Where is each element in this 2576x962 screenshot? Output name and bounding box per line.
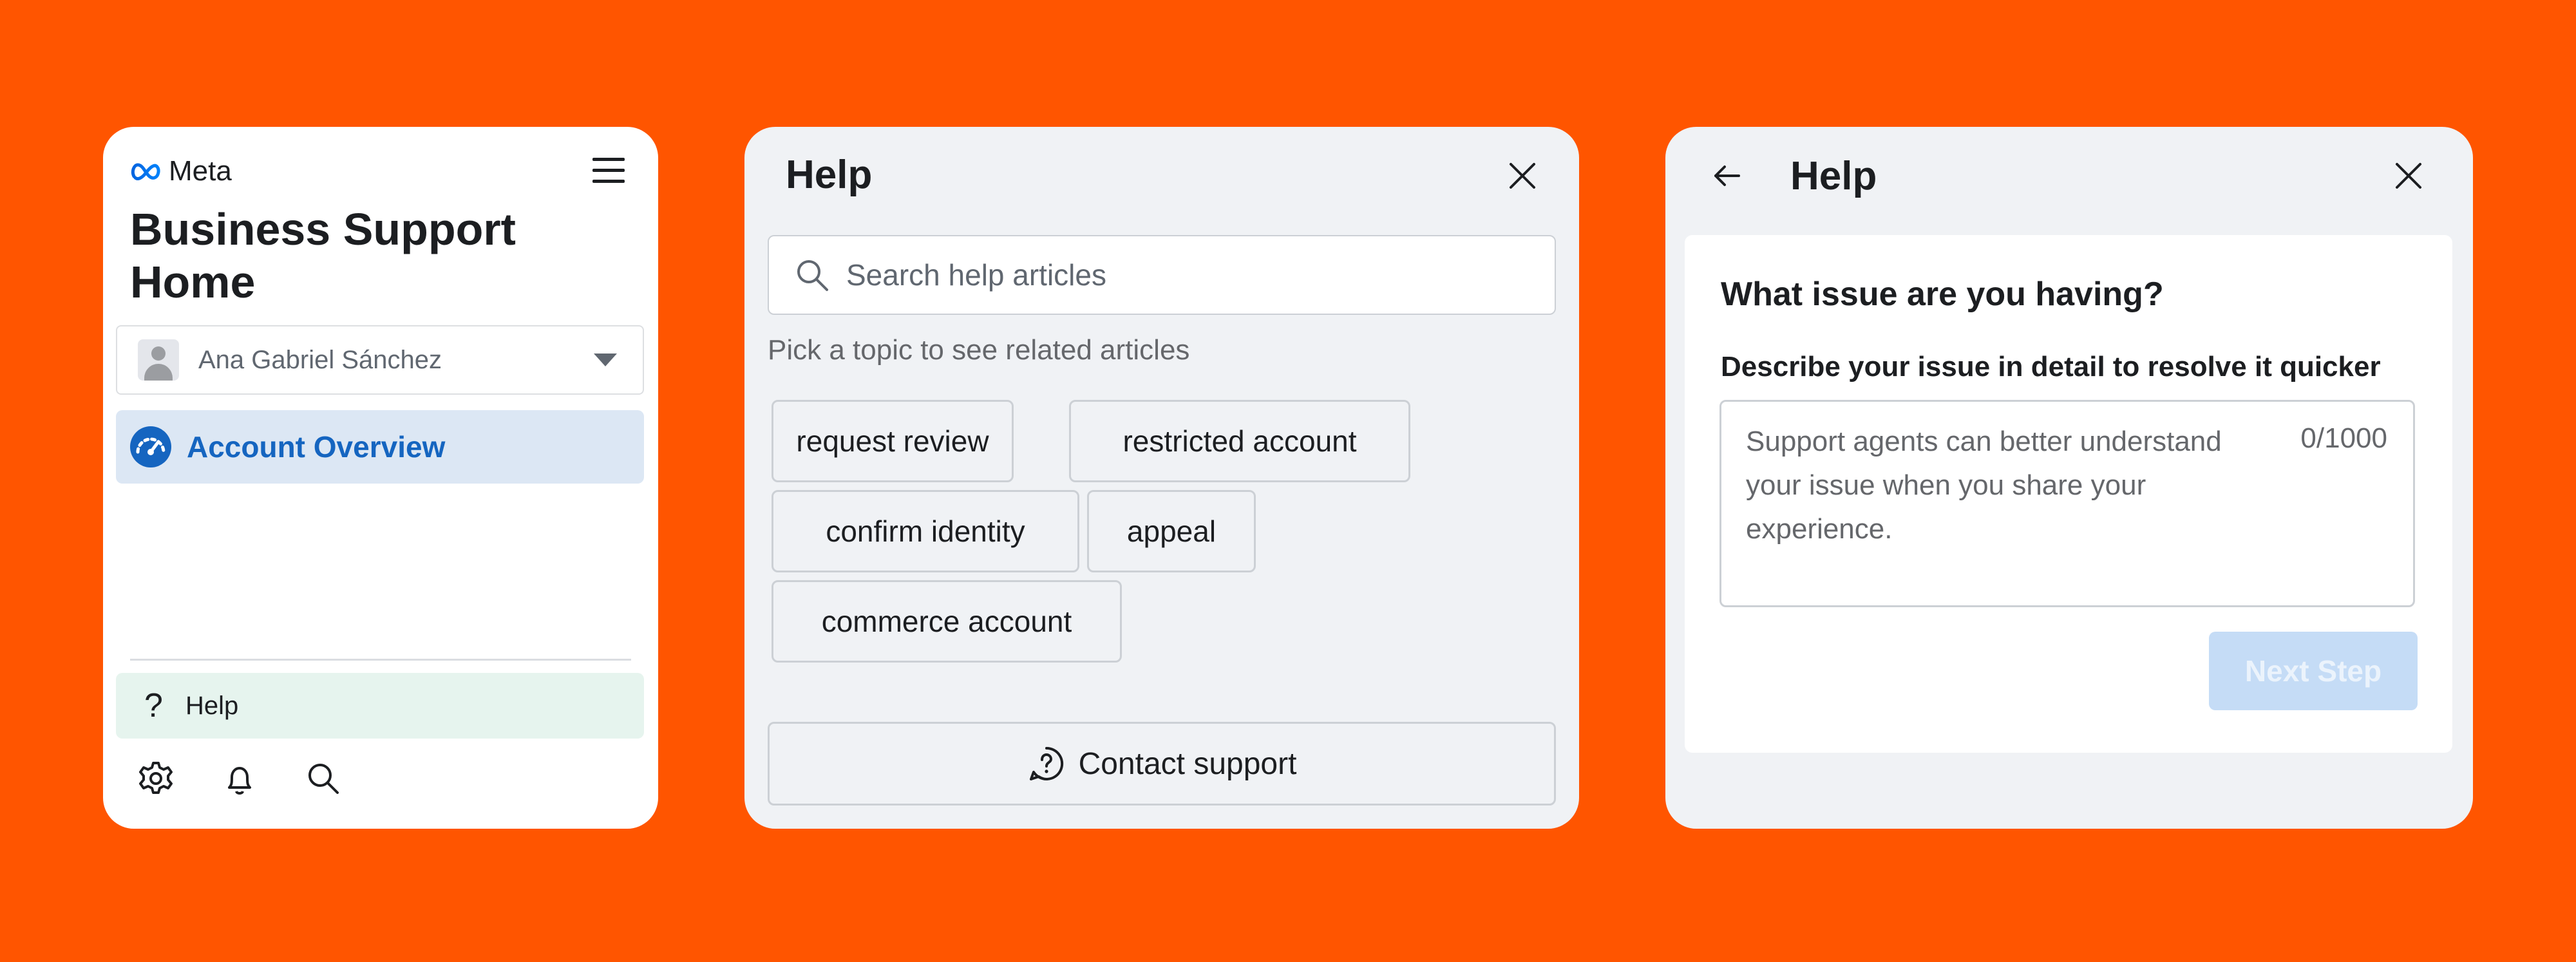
notifications-button[interactable] — [220, 759, 259, 798]
issue-form-panel: Help What issue are you having? Describe… — [1665, 127, 2473, 829]
sidebar-item-account-overview[interactable]: Account Overview — [116, 410, 644, 484]
issue-description-input[interactable] — [1746, 420, 2261, 587]
sidebar-item-help[interactable]: ? Help — [116, 673, 644, 739]
meta-infinity-icon — [131, 163, 160, 180]
settings-button[interactable] — [137, 759, 175, 798]
search-button[interactable] — [304, 759, 343, 798]
topic-chip-confirm-identity[interactable]: confirm identity — [772, 490, 1079, 572]
search-input[interactable] — [845, 257, 1524, 293]
topic-chip-appeal[interactable]: appeal — [1087, 490, 1256, 572]
issue-heading: What issue are you having? — [1721, 276, 2164, 313]
arrow-left-icon — [1714, 165, 1740, 186]
contact-support-label: Contact support — [1078, 746, 1297, 781]
issue-card: What issue are you having? Describe your… — [1685, 235, 2452, 753]
divider — [130, 659, 631, 661]
topic-chip-restricted-account[interactable]: restricted account — [1069, 400, 1410, 482]
help-panel-title: Help — [1790, 154, 1877, 198]
next-step-button[interactable]: Next Step — [2209, 632, 2418, 710]
search-icon — [308, 764, 339, 794]
close-button[interactable] — [2389, 156, 2428, 195]
sidebar-item-label: Help — [185, 691, 239, 720]
issue-field-label: Describe your issue in detail to resolve… — [1721, 351, 2381, 382]
page-title: Business Support Home — [130, 204, 516, 307]
topic-chip-request-review[interactable]: request review — [772, 400, 1014, 482]
hamburger-menu-button[interactable] — [591, 155, 626, 186]
help-panel-title: Help — [786, 153, 873, 197]
contact-support-button[interactable]: Contact support — [768, 722, 1556, 806]
issue-description-field[interactable]: 0/1000 — [1719, 400, 2415, 607]
avatar — [138, 339, 179, 381]
help-circle-icon — [1029, 746, 1063, 780]
search-icon — [797, 260, 828, 291]
topic-hint: Pick a topic to see related articles — [768, 334, 1190, 366]
search-box[interactable] — [768, 235, 1556, 315]
business-support-nav-panel: Meta Business Support Home Ana Gabriel S… — [103, 127, 658, 829]
sidebar-item-label: Account Overview — [187, 430, 446, 464]
meta-logo[interactable]: Meta — [130, 155, 232, 187]
hamburger-icon — [592, 158, 625, 183]
close-button[interactable] — [1503, 156, 1542, 195]
help-topics-panel: Help Pick a topic to see related article… — [744, 127, 1579, 829]
character-counter: 0/1000 — [2300, 422, 2387, 454]
close-icon — [1510, 163, 1535, 189]
account-name: Ana Gabriel Sánchez — [198, 345, 442, 374]
meta-logo-text: Meta — [169, 155, 232, 187]
back-button[interactable] — [1708, 156, 1747, 195]
gauge-icon — [130, 426, 171, 467]
bottom-toolbar — [137, 759, 343, 798]
gear-icon — [139, 762, 173, 794]
close-icon — [2396, 163, 2421, 189]
chevron-down-icon — [594, 354, 617, 366]
bell-icon — [228, 767, 251, 795]
question-icon: ? — [144, 687, 163, 724]
account-selector[interactable]: Ana Gabriel Sánchez — [116, 325, 644, 395]
topic-chip-commerce-account[interactable]: commerce account — [772, 580, 1122, 663]
